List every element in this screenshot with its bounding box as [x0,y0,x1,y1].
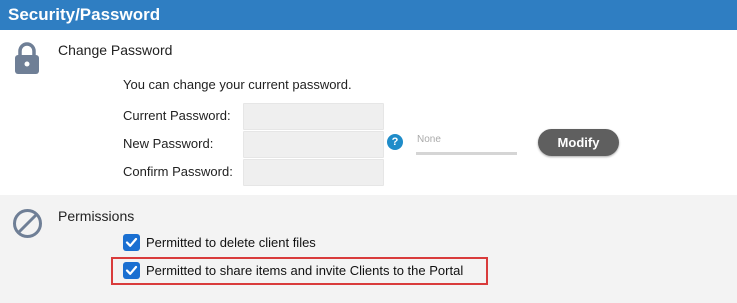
confirm-password-label: Confirm Password: [123,164,233,179]
highlight-box [111,257,488,285]
change-password-section: Change Password You can change your curr… [0,30,737,195]
new-password-input[interactable] [243,131,384,158]
current-password-label: Current Password: [123,108,231,123]
new-password-label: New Password: [123,136,214,151]
change-password-title: Change Password [58,42,173,58]
ban-icon [13,209,42,238]
permissions-title: Permissions [58,208,135,224]
permissions-section: Permissions Permitted to delete client f… [0,195,737,303]
help-icon[interactable]: ? [387,134,403,150]
current-password-input[interactable] [243,103,384,130]
permission-delete-files[interactable]: Permitted to delete client files [123,233,316,251]
password-strength-bar [416,152,517,155]
modify-button[interactable]: Modify [538,129,619,156]
checkbox-checked-icon[interactable] [123,233,140,251]
permission-delete-files-label: Permitted to delete client files [146,234,316,250]
confirm-password-input[interactable] [243,159,384,186]
section-header: Security/Password [0,0,737,30]
header-title: Security/Password [8,5,161,24]
lock-icon [15,42,39,74]
change-password-hint: You can change your current password. [123,77,352,92]
password-strength-label: None [417,134,441,145]
